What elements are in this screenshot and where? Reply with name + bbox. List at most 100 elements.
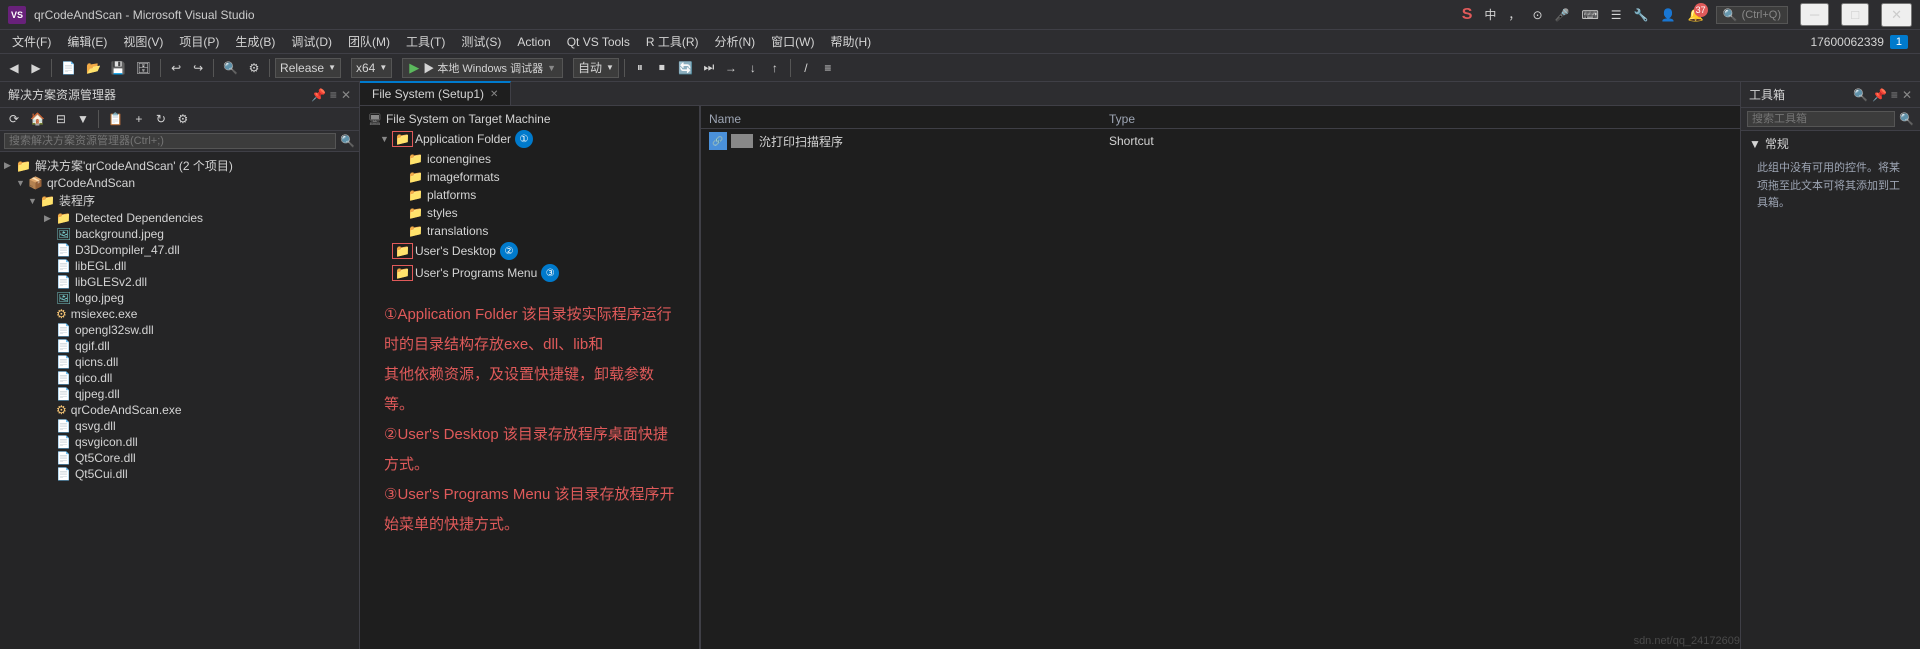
tab-filesystem[interactable]: File System (Setup1) ✕ — [360, 81, 511, 105]
debug-btn-8[interactable]: / — [796, 59, 816, 77]
debug-btn-3[interactable]: 🔄 — [674, 59, 697, 77]
se-refresh-btn[interactable]: ↻ — [151, 110, 171, 128]
menu-debug[interactable]: 调试(D) — [283, 31, 340, 52]
menu-test[interactable]: 测试(S) — [453, 31, 509, 52]
menu-build[interactable]: 生成(B) — [227, 31, 283, 52]
menu-view[interactable]: 视图(V) — [115, 31, 171, 52]
fs-root[interactable]: 🖥 File System on Target Machine — [360, 110, 699, 128]
tree-item-detected-deps[interactable]: ▶ 📁 Detected Dependencies — [0, 210, 359, 226]
tree-project[interactable]: ▼ 📦 qrCodeAndScan — [0, 175, 359, 191]
fs-table-row[interactable]: 🔗 沇打印扫描程序 Shortcut — [701, 129, 1740, 153]
minimize-button[interactable]: ─ — [1800, 3, 1829, 26]
save-all-button[interactable]: 🗄 — [132, 59, 155, 77]
se-add-btn[interactable]: + — [129, 110, 149, 128]
undo-button[interactable]: ↩ — [166, 59, 186, 77]
redo-button[interactable]: ↪ — [188, 59, 208, 77]
toolbox-section-header[interactable]: ▼ 常规 — [1749, 135, 1912, 152]
tab-close-icon[interactable]: ✕ — [490, 89, 498, 100]
tree-item-qico[interactable]: 📄 qico.dll — [0, 370, 359, 386]
close-panel-icon[interactable]: ✕ — [341, 88, 351, 102]
tree-item-opengl[interactable]: 📄 opengl32sw.dll — [0, 322, 359, 338]
fs-imageformats[interactable]: 📁 imageformats — [360, 168, 699, 186]
menu-edit[interactable]: 编辑(E) — [59, 31, 115, 52]
open-button[interactable]: 📂 — [82, 59, 105, 77]
tree-item-qrcode-exe[interactable]: ⚙ qrCodeAndScan.exe — [0, 402, 359, 418]
tree-item-qgif[interactable]: 📄 qgif.dll — [0, 338, 359, 354]
menu-help[interactable]: 帮助(H) — [823, 31, 880, 52]
fs-users-desktop[interactable]: 📁 User's Desktop ② — [360, 240, 699, 262]
menu-qtvs[interactable]: Qt VS Tools — [559, 33, 638, 51]
toolbox-search-input[interactable] — [1747, 111, 1895, 127]
menu-bar: 文件(F) 编辑(E) 视图(V) 项目(P) 生成(B) 调试(D) 团队(M… — [0, 30, 1920, 54]
debug-btn-4[interactable]: ⏭ — [699, 58, 719, 77]
global-search-box[interactable]: 🔍 (Ctrl+Q) — [1716, 6, 1788, 24]
se-settings2-btn[interactable]: ⚙ — [173, 110, 193, 128]
menu-tools[interactable]: 工具(T) — [398, 31, 453, 52]
tree-item-libegl[interactable]: 📄 libEGL.dll — [0, 258, 359, 274]
configuration-dropdown[interactable]: Release ▼ — [275, 58, 341, 78]
menu-team[interactable]: 团队(M) — [340, 31, 398, 52]
tree-item-qt5core[interactable]: 📄 Qt5Core.dll — [0, 450, 359, 466]
panel-menu-icon[interactable]: ≡ — [330, 88, 337, 102]
back-button[interactable]: ◀ — [4, 59, 24, 77]
tree-item-libgles[interactable]: 📄 libGLESv2.dll — [0, 274, 359, 290]
maximize-button[interactable]: □ — [1841, 3, 1869, 26]
fs-application-folder[interactable]: ▼ 📁 Application Folder ① — [360, 128, 699, 150]
tree-item-qsvgicon[interactable]: 📄 qsvgicon.dll — [0, 434, 359, 450]
tree-solution[interactable]: ▶ 📁 解决方案'qrCodeAndScan' (2 个项目) — [0, 156, 359, 175]
save-button[interactable]: 💾 — [107, 59, 130, 77]
run-button[interactable]: ▶ ▶ 本地 Windows 调试器 ▼ — [402, 58, 563, 78]
notification-badge[interactable]: 🔔 37 — [1687, 7, 1703, 23]
find-button[interactable]: 🔍 — [219, 59, 242, 77]
tree-item-msiexec[interactable]: ⚙ msiexec.exe — [0, 306, 359, 322]
fs-app-arrow: ▼ — [380, 134, 392, 144]
solution-search-input[interactable] — [4, 133, 336, 149]
se-collapse-btn[interactable]: ⊟ — [51, 110, 71, 128]
tree-installer[interactable]: ▼ 📁 装程序 — [0, 191, 359, 210]
toolbox-search-icon[interactable]: 🔍 — [1853, 88, 1868, 102]
se-home-btn[interactable]: 🏠 — [26, 110, 49, 128]
menu-file[interactable]: 文件(F) — [4, 31, 59, 52]
fs-platforms[interactable]: 📁 platforms — [360, 186, 699, 204]
menu-window[interactable]: 窗口(W) — [763, 31, 822, 52]
debug-btn-7[interactable]: ↑ — [765, 59, 785, 77]
tree-item-d3d[interactable]: 📄 D3Dcompiler_47.dll — [0, 242, 359, 258]
tree-item-logo[interactable]: 🖼 logo.jpeg — [0, 290, 359, 306]
toolbox-menu-icon[interactable]: ≡ — [1891, 88, 1898, 102]
pin-icon[interactable]: 📌 — [311, 88, 326, 102]
se-sync-btn[interactable]: ⟳ — [4, 110, 24, 128]
fs-programs-menu[interactable]: 📁 User's Programs Menu ③ — [360, 262, 699, 284]
toolbox-close-icon[interactable]: ✕ — [1902, 88, 1912, 102]
ime-icon: S — [1462, 6, 1473, 24]
se-filter-btn[interactable]: ▼ — [73, 110, 93, 128]
toolbox-pin-icon[interactable]: 📌 — [1872, 88, 1887, 102]
debug-btn-5[interactable]: → — [721, 59, 741, 77]
fs-styles[interactable]: 📁 styles — [360, 204, 699, 222]
qsvgicon-icon: 📄 — [56, 435, 71, 449]
se-properties-btn[interactable]: 📋 — [104, 110, 127, 128]
title-bar-controls: S 中 ， ⊙ 🎤 ⌨ ☰ 🔧 👤 🔔 37 🔍 (Ctrl+Q) ─ □ ✕ — [1462, 3, 1912, 27]
forward-button[interactable]: ▶ — [26, 59, 46, 77]
fs-iconengines[interactable]: 📁 iconengines — [360, 150, 699, 168]
toolbar-sep-2 — [160, 59, 161, 77]
settings-button[interactable]: ⚙ — [244, 59, 264, 77]
debug-btn-9[interactable]: ≡ — [818, 59, 838, 77]
automation-dropdown[interactable]: 自动 ▼ — [573, 58, 619, 78]
tree-item-background-jpeg[interactable]: 🖼 background.jpeg — [0, 226, 359, 242]
platform-dropdown[interactable]: x64 ▼ — [351, 58, 392, 78]
menu-rtool[interactable]: R 工具(R) — [638, 31, 707, 52]
menu-analyze[interactable]: 分析(N) — [707, 31, 764, 52]
debug-btn-1[interactable]: ⏸ — [630, 58, 650, 77]
menu-project[interactable]: 项目(P) — [171, 31, 227, 52]
debug-btn-2[interactable]: ⏹ — [652, 58, 672, 77]
tree-item-qicns[interactable]: 📄 qicns.dll — [0, 354, 359, 370]
menu-action[interactable]: Action — [509, 33, 558, 51]
debug-btn-6[interactable]: ↓ — [743, 59, 763, 77]
close-button[interactable]: ✕ — [1881, 3, 1912, 27]
solution-arrow-icon: ▶ — [4, 160, 16, 171]
new-button[interactable]: 📄 — [57, 59, 80, 77]
tree-item-qt5cui[interactable]: 📄 Qt5Cui.dll — [0, 466, 359, 482]
fs-translations[interactable]: 📁 translations — [360, 222, 699, 240]
tree-item-qsvg[interactable]: 📄 qsvg.dll — [0, 418, 359, 434]
tree-item-qjpeg[interactable]: 📄 qjpeg.dll — [0, 386, 359, 402]
